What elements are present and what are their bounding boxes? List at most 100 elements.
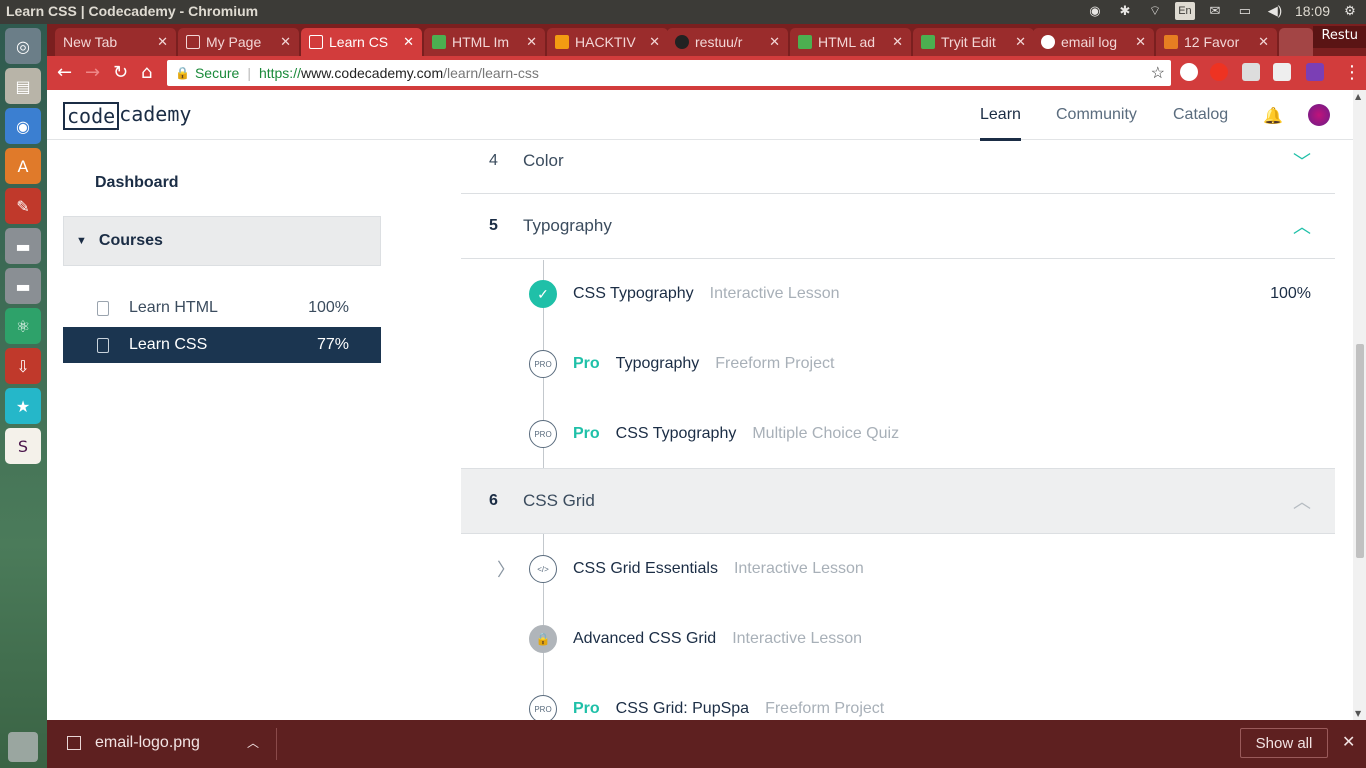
profile-button[interactable]: Restu: [1313, 26, 1366, 48]
close-icon[interactable]: ✕: [157, 34, 168, 50]
chromium-launcher-icon[interactable]: ◉: [5, 108, 41, 144]
trash-icon[interactable]: [8, 732, 38, 762]
settings-tray-icon[interactable]: ✱: [1115, 2, 1135, 20]
ublock-extension-icon[interactable]: [1180, 63, 1198, 81]
chevron-up-icon[interactable]: ︿: [1293, 213, 1311, 239]
scroll-down-icon[interactable]: ▼: [1355, 709, 1361, 718]
project-typography[interactable]: PRO Pro Typography Freeform Project: [461, 344, 1335, 384]
logo-code: code: [63, 102, 120, 130]
close-icon[interactable]: ✕: [649, 34, 660, 50]
close-icon[interactable]: ✕: [769, 34, 780, 50]
mail-icon[interactable]: ✉: [1205, 2, 1225, 20]
bookmark-star-icon[interactable]: ☆: [1151, 63, 1165, 83]
close-icon[interactable]: ✕: [1015, 34, 1026, 50]
nav-learn[interactable]: Learn: [980, 106, 1021, 141]
google-favicon-icon: [1041, 35, 1055, 49]
wifi-icon[interactable]: ⌔: [1145, 2, 1165, 20]
atom-icon[interactable]: ⚛: [5, 308, 41, 344]
courses-header-label: Courses: [98, 232, 163, 249]
power-gear-icon[interactable]: ⚙: [1340, 2, 1360, 20]
close-icon[interactable]: ✕: [280, 34, 291, 50]
clock[interactable]: 18:09: [1295, 3, 1330, 19]
address-bar[interactable]: 🔒 Secure | https:// www.codecademy.com /…: [167, 60, 1171, 86]
chevron-down-icon[interactable]: ﹀: [1293, 148, 1311, 174]
item-type: Freeform Project: [765, 700, 885, 717]
mail-extension-icon[interactable]: [1242, 63, 1260, 81]
lesson-advanced-css-grid[interactable]: 🔒 Advanced CSS Grid Interactive Lesson: [461, 619, 1335, 659]
tab-github[interactable]: restuu/r ✕: [667, 28, 788, 56]
courses-header[interactable]: ▼ Courses: [63, 216, 381, 266]
section-number: 5: [489, 217, 498, 234]
close-icon[interactable]: ✕: [1342, 732, 1355, 752]
section-css-grid[interactable]: 6 CSS Grid ︿: [461, 468, 1335, 534]
new-tab-button[interactable]: [1279, 28, 1313, 56]
section-typography[interactable]: 5 Typography ︿: [461, 194, 1335, 259]
drive-icon[interactable]: ▬: [5, 228, 41, 264]
chromium-tray-icon[interactable]: ◉: [1085, 2, 1105, 20]
codecademy-logo[interactable]: code cademy: [63, 102, 191, 130]
lesson-css-grid-essentials[interactable]: 〉 </> CSS Grid Essentials Interactive Le…: [461, 549, 1335, 589]
files-icon[interactable]: ▤: [5, 68, 41, 104]
download-filename: email-logo.png: [95, 734, 200, 751]
home-icon[interactable]: ⌂: [141, 62, 152, 83]
menu-kebab-icon[interactable]: ⋮: [1343, 62, 1361, 83]
forward-arrow-icon[interactable]: →: [85, 62, 100, 83]
starred-app-icon[interactable]: ★: [5, 388, 41, 424]
section-color[interactable]: 4 Color ﹀: [461, 128, 1335, 194]
page-scrollbar[interactable]: ▲ ▼: [1353, 90, 1366, 720]
close-icon[interactable]: ✕: [892, 34, 903, 50]
installer-icon[interactable]: ⇩: [5, 348, 41, 384]
pro-badge-icon: PRO: [529, 695, 557, 720]
tab-my-page[interactable]: My Page ✕: [178, 28, 299, 56]
tab-html-im[interactable]: HTML Im ✕: [424, 28, 545, 56]
show-all-button[interactable]: Show all: [1240, 728, 1328, 758]
tab-label: Learn CS: [329, 34, 389, 50]
nav-community[interactable]: Community: [1056, 106, 1137, 124]
close-icon[interactable]: ✕: [526, 34, 537, 50]
back-arrow-icon[interactable]: ←: [57, 62, 72, 83]
extension-icon[interactable]: [1273, 63, 1291, 81]
system-tray: ◉ ✱ ⌔ En ✉ ▭ ◀) 18:09 ⚙: [1085, 2, 1360, 20]
lesson-css-typography[interactable]: ✓ CSS Typography Interactive Lesson 100%: [461, 274, 1335, 314]
keyboard-layout-indicator[interactable]: En: [1174, 2, 1195, 20]
item-title: Typography: [615, 355, 700, 372]
checkmark-icon: ✓: [529, 280, 557, 308]
close-icon[interactable]: ✕: [1135, 34, 1146, 50]
url-path: /learn/learn-css: [443, 65, 539, 81]
tab-tryit-editor[interactable]: Tryit Edit ✕: [913, 28, 1034, 56]
chevron-right-icon[interactable]: 〉: [497, 556, 515, 582]
close-icon[interactable]: ✕: [1258, 34, 1269, 50]
slack-icon[interactable]: S: [5, 428, 41, 464]
project-css-grid-pupspa[interactable]: PRO Pro CSS Grid: PupSpa Freeform Projec…: [461, 689, 1335, 720]
scrollbar-thumb[interactable]: [1356, 344, 1364, 558]
quiz-css-typography[interactable]: PRO Pro CSS Typography Multiple Choice Q…: [461, 414, 1335, 454]
system-settings-icon[interactable]: ✎: [5, 188, 41, 224]
tab-hacktiv[interactable]: HACKTIV ✕: [547, 28, 668, 56]
html5-icon: [97, 300, 109, 316]
sidebar-course-learn-css[interactable]: Learn CSS 77%: [63, 327, 381, 363]
sidebar-course-learn-html[interactable]: Learn HTML 100%: [63, 290, 381, 326]
alert-extension-icon[interactable]: [1210, 63, 1228, 81]
scroll-up-icon[interactable]: ▲: [1355, 92, 1361, 101]
drive-2-icon[interactable]: ▬: [5, 268, 41, 304]
notifications-bell-icon[interactable]: 🔔: [1263, 106, 1283, 125]
tab-learn-css[interactable]: Learn CS ✕: [301, 28, 422, 56]
tab-email-logo[interactable]: email log ✕: [1033, 28, 1154, 56]
divider: [276, 728, 277, 760]
download-item[interactable]: email-logo.png: [67, 734, 200, 752]
tab-12-favor[interactable]: 12 Favor ✕: [1156, 28, 1277, 56]
reload-icon[interactable]: ↻: [113, 62, 128, 83]
software-center-icon[interactable]: A: [5, 148, 41, 184]
tab-new-tab[interactable]: New Tab ✕: [55, 28, 176, 56]
tab-html-ad[interactable]: HTML ad ✕: [790, 28, 911, 56]
volume-icon[interactable]: ◀): [1265, 2, 1285, 20]
battery-icon[interactable]: ▭: [1235, 2, 1255, 20]
avatar[interactable]: [1308, 104, 1330, 126]
nav-catalog[interactable]: Catalog: [1173, 106, 1228, 124]
chevron-up-icon[interactable]: ︿: [247, 734, 259, 751]
dashboard-link[interactable]: Dashboard: [95, 174, 179, 192]
chevron-up-icon[interactable]: ︿: [1293, 488, 1311, 514]
onenote-extension-icon[interactable]: [1306, 63, 1324, 81]
dash-home-icon[interactable]: ◎: [5, 28, 41, 64]
close-icon[interactable]: ✕: [403, 34, 414, 50]
